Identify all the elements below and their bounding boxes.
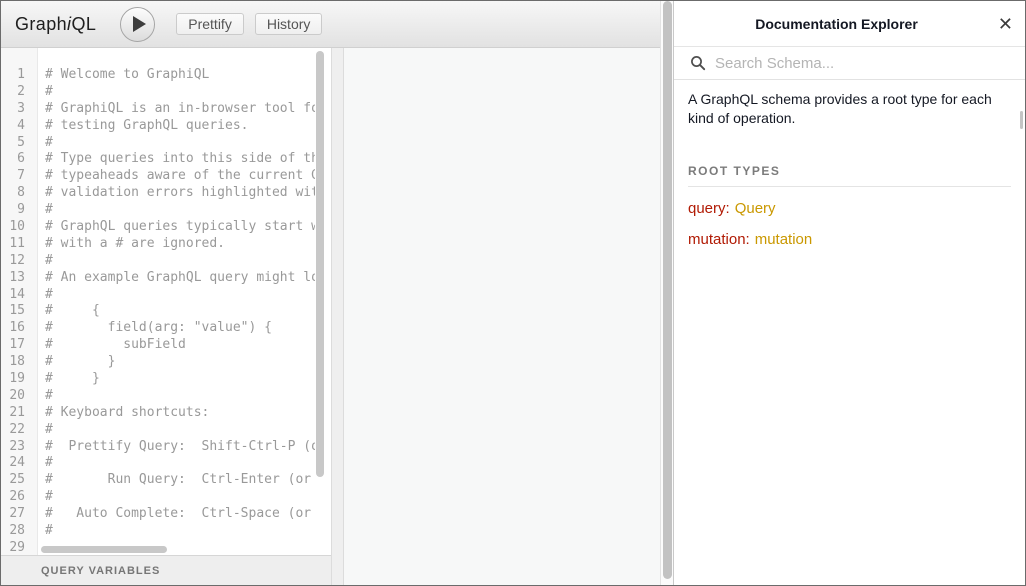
root-types-list: query: Query mutation: mutation bbox=[688, 200, 1011, 249]
code-line: # bbox=[45, 388, 315, 405]
search-icon bbox=[690, 55, 706, 71]
line-number: 3 bbox=[1, 101, 37, 118]
line-number: 9 bbox=[1, 202, 37, 219]
code-line: # bbox=[45, 523, 315, 540]
query-variables-header[interactable]: QUERY VARIABLES bbox=[1, 555, 331, 585]
result-pane bbox=[344, 48, 660, 585]
code-line: # validation errors highlighted within t… bbox=[45, 185, 315, 202]
execute-query-button[interactable] bbox=[120, 7, 155, 42]
code-line: # bbox=[45, 202, 315, 219]
root-type-field-link[interactable]: query: bbox=[688, 200, 730, 217]
code-line: # bbox=[45, 489, 315, 506]
doc-panel-scrollbar[interactable] bbox=[1020, 111, 1023, 129]
line-number: 17 bbox=[1, 337, 37, 354]
code-line: # Prettify Query: Shift-Ctrl-P (or press… bbox=[45, 439, 315, 456]
line-number: 21 bbox=[1, 405, 37, 422]
query-editor-pane: 1234567891011121314151617181920212223242… bbox=[1, 48, 331, 585]
line-number: 18 bbox=[1, 354, 37, 371]
code-line: # GraphQL queries typically start with a… bbox=[45, 219, 315, 236]
line-number: 6 bbox=[1, 151, 37, 168]
query-editor: 1234567891011121314151617181920212223242… bbox=[1, 48, 331, 555]
code-line: # An example GraphQL query might look li… bbox=[45, 270, 315, 287]
line-numbers-gutter: 1234567891011121314151617181920212223242… bbox=[1, 48, 38, 555]
code-line: # Welcome to GraphiQL bbox=[45, 67, 315, 84]
line-number: 25 bbox=[1, 472, 37, 489]
root-type-row: mutation: mutation bbox=[688, 231, 1011, 249]
line-number: 14 bbox=[1, 287, 37, 304]
line-number: 27 bbox=[1, 506, 37, 523]
doc-search-bar bbox=[674, 47, 1025, 80]
query-code-area[interactable]: # Welcome to GraphiQL## GraphiQL is an i… bbox=[39, 48, 317, 555]
code-line: # bbox=[45, 455, 315, 472]
code-line: # bbox=[45, 422, 315, 439]
code-line: # } bbox=[45, 354, 315, 371]
line-number: 29 bbox=[1, 540, 37, 555]
line-number: 11 bbox=[1, 236, 37, 253]
code-line: # Run Query: Ctrl-Enter (or press the ru… bbox=[45, 472, 315, 489]
doc-explorer-header: Documentation Explorer ✕ bbox=[674, 1, 1025, 47]
line-number: 16 bbox=[1, 320, 37, 337]
doc-explorer-panel: Documentation Explorer ✕ A GraphQL schem… bbox=[673, 1, 1025, 585]
code-line: # Auto Complete: Ctrl-Space (or just sta… bbox=[45, 506, 315, 523]
root-type-field-link[interactable]: mutation: bbox=[688, 231, 750, 248]
line-number: 20 bbox=[1, 388, 37, 405]
window-scrollbar-thumb[interactable] bbox=[663, 1, 672, 579]
line-number: 8 bbox=[1, 185, 37, 202]
code-line: # bbox=[45, 135, 315, 152]
code-line: # with a # are ignored. bbox=[45, 236, 315, 253]
editor-vertical-scrollbar[interactable] bbox=[316, 51, 324, 477]
query-variables-title: QUERY VARIABLES bbox=[41, 565, 160, 577]
code-line: # testing GraphQL queries. bbox=[45, 118, 315, 135]
schema-intro-text: A GraphQL schema provides a root type fo… bbox=[688, 90, 1011, 128]
line-number: 22 bbox=[1, 422, 37, 439]
doc-explorer-content: A GraphQL schema provides a root type fo… bbox=[674, 80, 1025, 249]
line-number: 24 bbox=[1, 455, 37, 472]
app-logo: GraphiQL bbox=[15, 14, 96, 35]
play-icon bbox=[133, 16, 146, 32]
toolbar: GraphiQL Prettify History bbox=[1, 1, 673, 48]
code-line: # subField bbox=[45, 337, 315, 354]
line-number: 5 bbox=[1, 135, 37, 152]
search-schema-input[interactable] bbox=[715, 55, 1009, 72]
close-icon[interactable]: ✕ bbox=[998, 15, 1013, 33]
window-scrollbar[interactable] bbox=[660, 1, 673, 585]
code-line: # } bbox=[45, 371, 315, 388]
prettify-button[interactable]: Prettify bbox=[176, 13, 244, 35]
line-number: 4 bbox=[1, 118, 37, 135]
editor-panes: 1234567891011121314151617181920212223242… bbox=[1, 48, 673, 585]
code-line: # bbox=[45, 253, 315, 270]
code-line: # bbox=[45, 287, 315, 304]
root-type-name-link[interactable]: mutation bbox=[755, 231, 813, 248]
graphiql-window: GraphiQL Prettify History 12345678910111… bbox=[0, 0, 1026, 586]
root-types-category: ROOT TYPES query: Query mutation: mutation bbox=[688, 164, 1011, 249]
code-line: # field(arg: "value") { bbox=[45, 320, 315, 337]
line-number: 13 bbox=[1, 270, 37, 287]
editor-horizontal-scrollbar[interactable] bbox=[41, 546, 167, 553]
graphiql-app: GraphiQL Prettify History 12345678910111… bbox=[1, 1, 673, 585]
line-number: 26 bbox=[1, 489, 37, 506]
line-number: 7 bbox=[1, 168, 37, 185]
line-number: 15 bbox=[1, 303, 37, 320]
root-type-row: query: Query bbox=[688, 200, 1011, 218]
history-button[interactable]: History bbox=[255, 13, 323, 35]
logo-text-end: QL bbox=[71, 14, 96, 34]
pane-resizer-handle[interactable] bbox=[331, 48, 344, 585]
root-types-title: ROOT TYPES bbox=[688, 164, 1011, 187]
line-number: 2 bbox=[1, 84, 37, 101]
line-number: 10 bbox=[1, 219, 37, 236]
doc-explorer-title: Documentation Explorer bbox=[755, 16, 918, 32]
code-line: # { bbox=[45, 303, 315, 320]
line-number: 23 bbox=[1, 439, 37, 456]
code-line: # typeaheads aware of the current GraphQ… bbox=[45, 168, 315, 185]
code-line: # Keyboard shortcuts: bbox=[45, 405, 315, 422]
line-number: 1 bbox=[1, 67, 37, 84]
code-line: # Type queries into this side of the scr… bbox=[45, 151, 315, 168]
code-line: # bbox=[45, 84, 315, 101]
root-type-name-link[interactable]: Query bbox=[735, 200, 776, 217]
line-number: 12 bbox=[1, 253, 37, 270]
code-line: # GraphiQL is an in-browser tool for wri… bbox=[45, 101, 315, 118]
line-number: 19 bbox=[1, 371, 37, 388]
logo-text: Graph bbox=[15, 14, 67, 34]
line-number: 28 bbox=[1, 523, 37, 540]
